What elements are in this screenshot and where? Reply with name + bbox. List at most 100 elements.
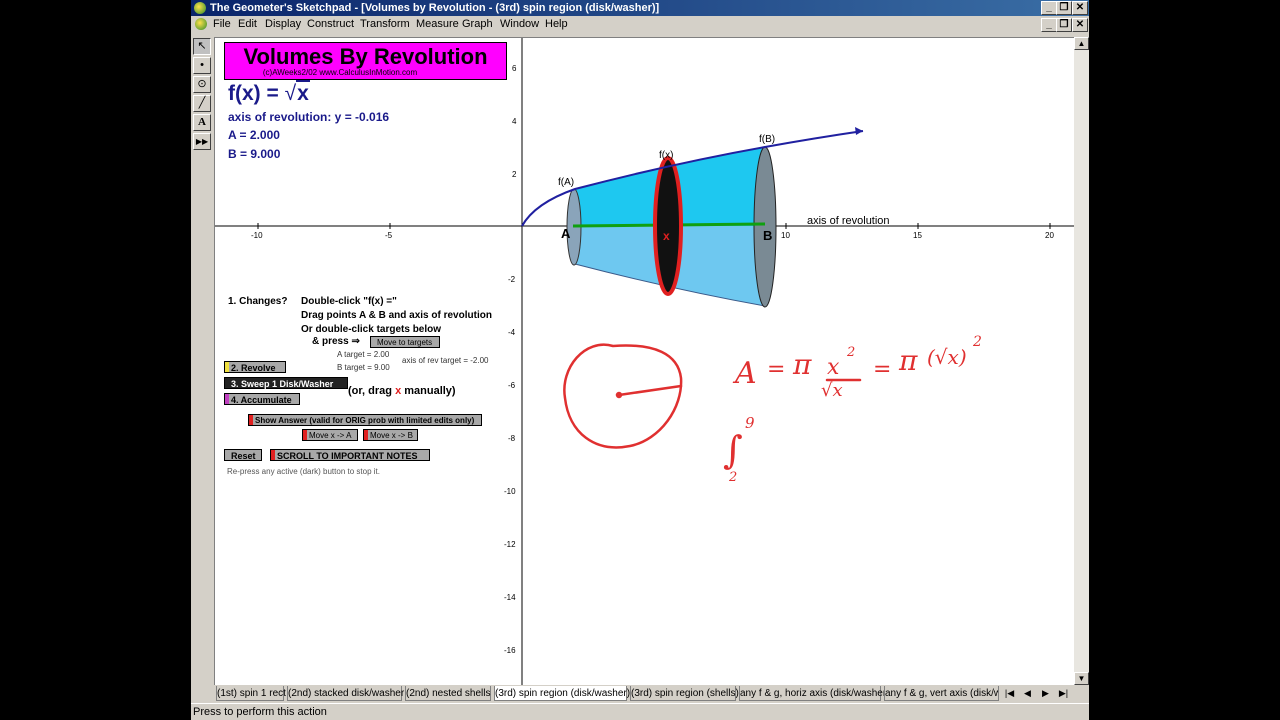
ink-int-lower: 2 xyxy=(728,470,737,485)
curve-arrowhead xyxy=(855,127,863,135)
close-button[interactable]: ✕ xyxy=(1072,1,1088,15)
b-target[interactable]: B target = 9.00 xyxy=(337,363,390,372)
b-value: B = 9.000 xyxy=(228,147,281,161)
ink-eq-equals2: = xyxy=(873,357,891,382)
tab-spin-1-rect[interactable]: (1st) spin 1 rect xyxy=(216,686,286,701)
scroll-down-arrow-icon[interactable]: ▼ xyxy=(1074,672,1089,685)
sweep-disk-button[interactable]: 3. Sweep 1 Disk/Washer xyxy=(224,377,348,389)
ink-eq-equals1: = xyxy=(767,357,785,382)
accumulate-button[interactable]: 4. Accumulate xyxy=(224,393,300,405)
label-fx: f(x) xyxy=(659,150,673,161)
document-icon[interactable] xyxy=(195,18,207,30)
ink-eq-den: √x xyxy=(821,380,843,401)
menu-measure[interactable]: Measure xyxy=(416,16,459,33)
instr-line2: Drag points A & B and axis of revolution xyxy=(301,310,492,321)
menu-graph[interactable]: Graph xyxy=(462,16,493,33)
vertical-scrollbar[interactable]: ▲ ▼ xyxy=(1074,37,1089,685)
straightedge-tool-icon[interactable]: ╱ xyxy=(193,95,211,112)
scroll-up-arrow-icon[interactable]: ▲ xyxy=(1074,37,1089,50)
tab-spin-region-shells[interactable]: (3rd) spin region (shells) xyxy=(630,686,739,701)
ink-eq-sup1: 2 xyxy=(846,345,855,360)
ink-radius xyxy=(617,384,683,397)
x-tick-label: 20 xyxy=(1045,231,1054,240)
instr-line4: & press ⇒ xyxy=(312,336,360,347)
revolve-button[interactable]: 2. Revolve xyxy=(224,361,286,373)
function-label[interactable]: f(x) = √x xyxy=(228,80,310,106)
label-fA: f(A) xyxy=(558,177,574,188)
minimize-button[interactable]: _ xyxy=(1041,1,1057,15)
menu-edit[interactable]: Edit xyxy=(238,16,257,33)
point-x-label[interactable]: x xyxy=(663,229,670,243)
y-tick-label: 6 xyxy=(512,64,517,73)
ink-circle xyxy=(563,343,683,449)
ink-center-dot xyxy=(615,391,623,399)
tab-horiz-axis[interactable]: any f & g, horiz axis (disk/washer) xyxy=(739,686,890,701)
sketch-canvas[interactable]: -10 -5 5 10 15 20 6 4 2 -2 -4 -6 -8 -10 … xyxy=(214,37,1075,686)
doc-restore-button[interactable]: ❐ xyxy=(1056,18,1072,32)
sketchpad-app-icon xyxy=(194,2,206,14)
y-tick-label: -4 xyxy=(508,328,516,337)
doc-close-button[interactable]: ✕ xyxy=(1072,18,1088,32)
sketch-title-box: Volumes By Revolution (c)AWeeks2/02 www.… xyxy=(224,42,507,80)
y-tick-label: -12 xyxy=(504,540,516,549)
radical-icon: √ xyxy=(284,82,297,105)
doc-minimize-button[interactable]: _ xyxy=(1041,18,1057,32)
y-tick-labels: 6 4 2 -2 -4 -6 -8 -10 -12 -14 -16 xyxy=(504,64,517,655)
a-value: A = 2.000 xyxy=(228,128,280,142)
menu-window[interactable]: Window xyxy=(500,16,539,33)
y-tick-label: -8 xyxy=(508,434,516,443)
tab-prev-icon[interactable]: ◀ xyxy=(1020,686,1035,701)
move-x-to-b-button[interactable]: Move x -> B xyxy=(363,429,418,441)
tab-vert-axis[interactable]: any f & g, vert axis (disk/wa xyxy=(884,686,999,701)
tab-nested-shells[interactable]: (2nd) nested shells xyxy=(405,686,491,701)
a-target[interactable]: A target = 2.00 xyxy=(337,350,389,359)
move-x-to-a-button[interactable]: Move x -> A xyxy=(302,429,358,441)
y-tick-label: -14 xyxy=(504,593,516,602)
custom-tool-icon[interactable]: ▶▶ xyxy=(193,133,211,150)
reset-button[interactable]: Reset xyxy=(224,449,262,461)
tab-stacked-disk-washer[interactable]: (2nd) stacked disk/washer xyxy=(287,686,404,701)
instr-line1: Double-click "f(x) =" xyxy=(301,296,397,307)
move-to-targets-button[interactable]: Move to targets xyxy=(370,336,440,348)
status-bar: Press to perform this action xyxy=(191,703,1089,720)
x-tick-label: 10 xyxy=(781,231,790,240)
tab-last-icon[interactable]: ▶| xyxy=(1056,686,1071,701)
text-tool-icon[interactable]: A xyxy=(193,114,211,131)
x-tick-label: -10 xyxy=(251,231,263,240)
compass-tool-icon[interactable]: ⊙ xyxy=(193,76,211,93)
page-tabs-bar: (1st) spin 1 rect (2nd) stacked disk/was… xyxy=(214,685,1089,702)
point-tool-icon[interactable]: • xyxy=(193,57,211,74)
menu-file[interactable]: File xyxy=(213,16,231,33)
show-answer-button[interactable]: Show Answer (valid for ORIG prob with li… xyxy=(248,414,482,426)
ink-integral: ∫ xyxy=(723,428,743,472)
ink-annotations xyxy=(563,343,862,449)
toolbox: ↖ • ⊙ ╱ A ▶▶ xyxy=(193,38,211,688)
y-tick-label: -16 xyxy=(504,646,516,655)
arrow-tool-icon[interactable]: ↖ xyxy=(193,38,211,55)
menu-display[interactable]: Display xyxy=(265,16,301,33)
menu-construct[interactable]: Construct xyxy=(307,16,354,33)
menu-transform[interactable]: Transform xyxy=(360,16,410,33)
step1-label: 1. Changes? xyxy=(228,296,288,307)
tab-spin-region-disk-washer[interactable]: (3rd) spin region (disk/washer) xyxy=(494,686,630,701)
tab-next-icon[interactable]: ▶ xyxy=(1038,686,1053,701)
ink-eq-paren: (√x) xyxy=(927,345,967,369)
status-text: Press to perform this action xyxy=(193,706,327,718)
tab-first-icon[interactable]: |◀ xyxy=(1002,686,1017,701)
ink-equation: A = π x 2 √x = π (√x) 2 ∫ 9 2 xyxy=(723,334,982,485)
app-window: The Geometer's Sketchpad - [Volumes by R… xyxy=(191,0,1089,720)
function-prefix: f(x) = xyxy=(228,82,285,105)
scroll-notes-button[interactable]: SCROLL TO IMPORTANT NOTES xyxy=(270,449,430,461)
menu-help[interactable]: Help xyxy=(545,16,568,33)
restore-button[interactable]: ❐ xyxy=(1056,1,1072,15)
point-b-label[interactable]: B xyxy=(763,228,772,243)
drag-note: (or, drag x manually) xyxy=(348,385,456,397)
point-a-label[interactable]: A xyxy=(561,226,571,241)
ink-int-upper: 9 xyxy=(745,414,755,432)
sweep-disk[interactable] xyxy=(653,156,683,296)
y-tick-label: -6 xyxy=(508,381,516,390)
disk-at-b xyxy=(753,146,777,308)
x-tick-label: -5 xyxy=(385,231,393,240)
axis-label: axis of revolution xyxy=(807,215,890,227)
axis-target[interactable]: axis of rev target = -2.00 xyxy=(402,356,489,365)
